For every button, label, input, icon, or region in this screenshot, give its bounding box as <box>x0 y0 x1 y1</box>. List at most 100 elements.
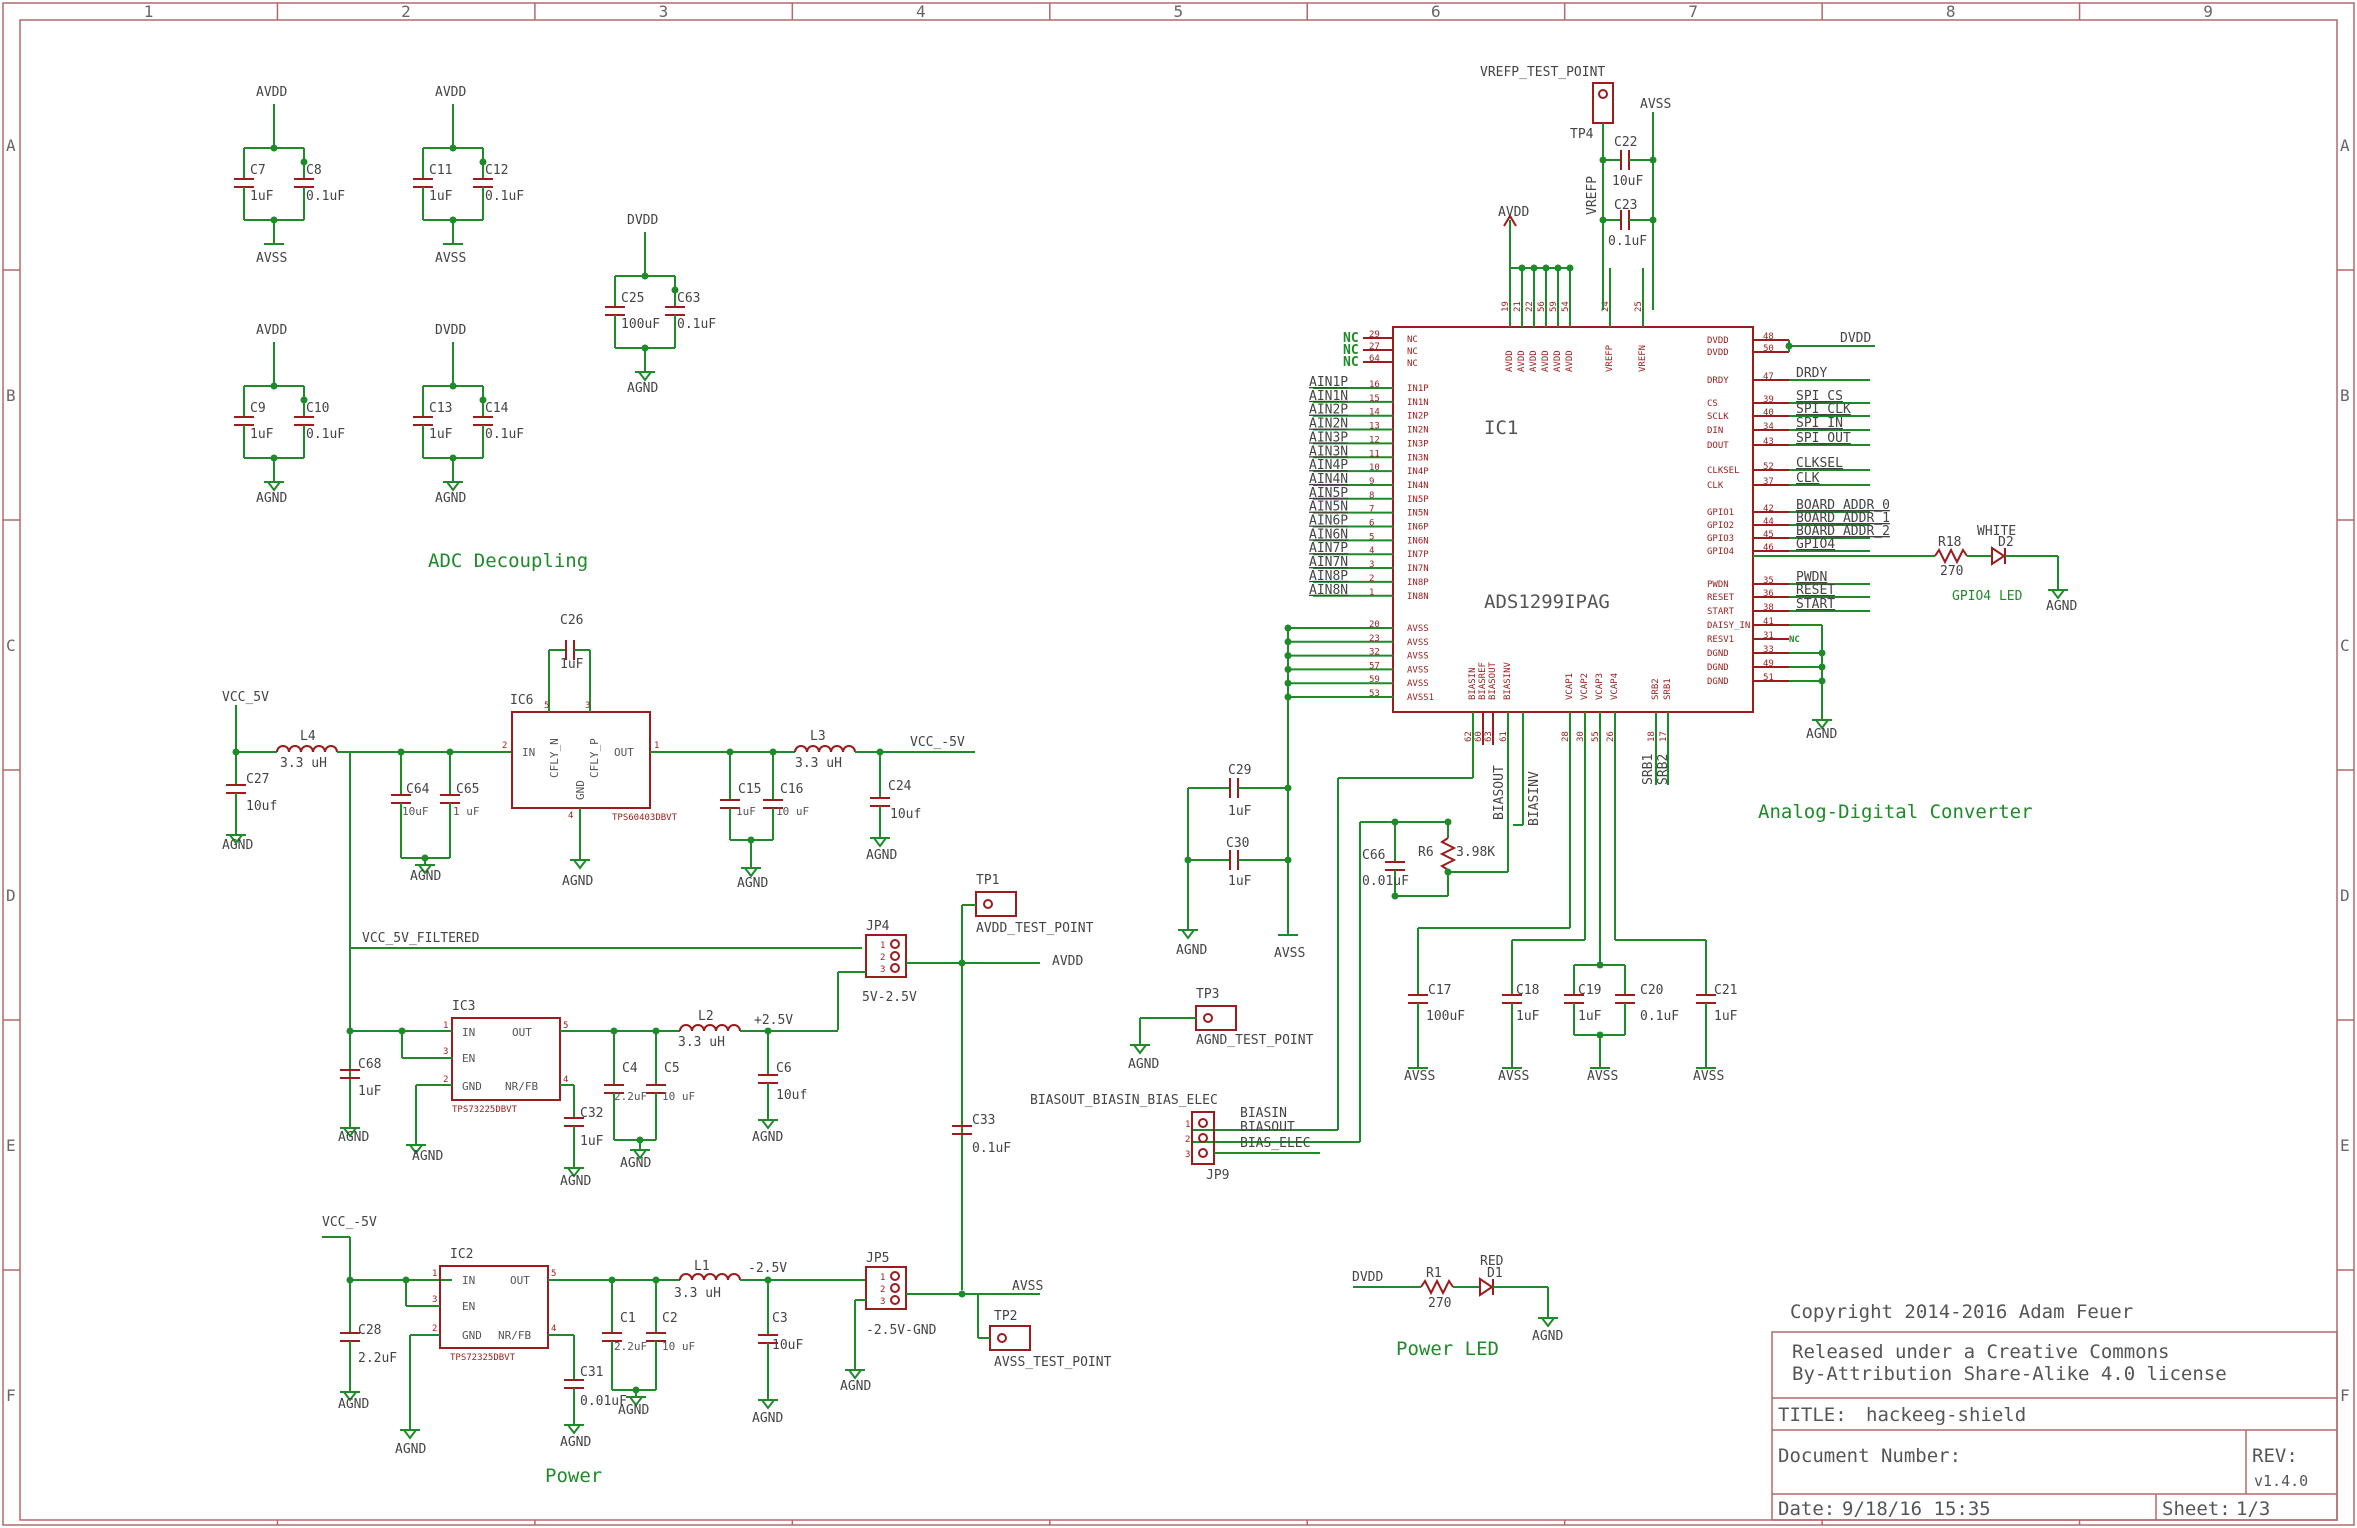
capacitor-value: 0.1uF <box>306 427 345 442</box>
document-number-label: Document Number: <box>1778 1445 1961 1467</box>
column-marker: 5 <box>1174 2 1184 21</box>
column-marker: 2 <box>401 2 411 21</box>
ground-symbol <box>267 481 281 492</box>
vcc5f-label: VCC_5V_FILTERED <box>362 931 480 946</box>
ic2-num-out: 5 <box>551 1269 556 1279</box>
ic-pin-number: 23 <box>1369 634 1380 644</box>
ic-pin-number: 25 <box>1634 301 1644 312</box>
ic2-num-in: 1 <box>432 1269 437 1279</box>
capacitor-value: 0.1uF <box>677 317 716 332</box>
ic-pin-number: 44 <box>1763 517 1774 527</box>
row-marker: E <box>6 1136 16 1155</box>
ic-pin-number: 1 <box>1369 588 1374 598</box>
ic2-pin-out: OUT <box>510 1274 530 1287</box>
c18-val: 1uF <box>1516 1009 1540 1024</box>
ic3-ref: IC3 <box>452 999 475 1014</box>
ic-pin-number: 63 <box>1484 731 1494 742</box>
ic-pin-name: IN3N <box>1407 453 1429 463</box>
junction-dot <box>1596 1031 1604 1039</box>
c24-gnd: AGND <box>866 848 897 863</box>
ic2-part: TPS72325DBVT <box>450 1353 516 1363</box>
jp5-num2: 2 <box>880 1285 885 1295</box>
junction-dot <box>449 216 457 224</box>
row-marker: B <box>6 386 16 405</box>
junction-dot <box>1530 264 1538 272</box>
ic-pin-name: NC <box>1407 347 1418 357</box>
ic-pin-number: 9 <box>1369 477 1374 487</box>
ic2-pin-gnd: GND <box>462 1329 482 1342</box>
ic-pin-name: AVSS <box>1407 665 1429 675</box>
c66-val: 0.01uF <box>1362 874 1409 889</box>
ic-pin-name: IN2N <box>1407 426 1429 436</box>
jp5-num1: 1 <box>880 1273 885 1283</box>
c68-ref: C68 <box>358 1057 381 1072</box>
sheet-value: 1/3 <box>2236 1498 2270 1520</box>
ic-pin-number: 32 <box>1369 648 1380 658</box>
ic-pin-number: 57 <box>1369 661 1380 671</box>
ic-pin-name: AVDD <box>1529 350 1539 372</box>
ic-pin-name: DOUT <box>1707 441 1729 451</box>
jp9-num2: 2 <box>1185 1135 1190 1145</box>
c4-ref: C4 <box>622 1061 638 1076</box>
ic6-part: TPS60403DBVT <box>612 813 678 823</box>
vccm5-label: VCC_-5V <box>910 735 965 750</box>
ic6-pin-in: IN <box>522 746 535 759</box>
ic-pin-name: GPIO1 <box>1707 508 1734 518</box>
ic-pin-name: IN3P <box>1407 439 1429 449</box>
ic-pin-name: SRB1 <box>1663 678 1673 700</box>
jp9-num1: 1 <box>1185 1120 1190 1130</box>
jp4-num1: 1 <box>880 941 885 951</box>
ic-pin-name: DRDY <box>1707 376 1729 386</box>
c27-val: 10uf <box>246 799 277 814</box>
c4-val: 2.2uF <box>614 1090 647 1103</box>
c24-ref: C24 <box>888 779 912 794</box>
jp9-num3: 3 <box>1185 1150 1190 1160</box>
ic3-pin-nrfb: NR/FB <box>505 1080 538 1093</box>
ic-pin-number: 29 <box>1369 330 1380 340</box>
c19-avss: AVSS <box>1587 1069 1618 1084</box>
ic-pin-number: 54 <box>1561 301 1571 312</box>
ic-pin-name: AVSS <box>1407 679 1429 689</box>
ic-pin-name: DAISY_IN <box>1707 621 1750 631</box>
input-net-label: AIN5P <box>1309 486 1348 501</box>
ic-pin-number: 51 <box>1763 673 1774 683</box>
capacitor-ref: C7 <box>250 163 266 178</box>
ic-pin-number: 59 <box>1549 301 1559 312</box>
ic-pin-name: DIN <box>1707 426 1723 436</box>
c2-ref: C2 <box>662 1311 678 1326</box>
c31-gnd: AGND <box>560 1435 591 1450</box>
nc-label: NC <box>1343 355 1359 370</box>
decoupling-pair: AVDD AGND C9 1uF C10 0.1uF <box>234 323 345 506</box>
capacitor-value: 100uF <box>621 317 660 332</box>
ic-pin-number: 60 <box>1474 731 1484 742</box>
c32-val: 1uF <box>580 1134 604 1149</box>
c29-gnd: AGND <box>1176 943 1207 958</box>
column-marker: 1 <box>144 2 154 21</box>
ic-pin-number: 47 <box>1763 372 1774 382</box>
ic-pin-name: DGND <box>1707 663 1729 673</box>
ic-pin-name: RESV1 <box>1707 635 1734 645</box>
biasinv-net: BIASINV <box>1527 771 1542 826</box>
row-marker: A <box>6 136 16 155</box>
input-net-label: AIN1N <box>1309 389 1348 404</box>
jp9-pin3: BIAS_ELEC <box>1240 1136 1310 1151</box>
ic-pin-number: 15 <box>1369 394 1380 404</box>
input-net-label: AIN2N <box>1309 417 1348 432</box>
input-net-label: AIN7P <box>1309 541 1348 556</box>
capacitor-value: 1uF <box>429 427 453 442</box>
decoupling-ground-label: AVSS <box>435 251 466 266</box>
input-net-label: AIN1P <box>1309 375 1348 390</box>
power-led-title: Power LED <box>1396 1338 1499 1360</box>
ic3-pin-out: OUT <box>512 1026 532 1039</box>
vccm5b-label: VCC_-5V <box>322 1215 377 1230</box>
ic-pin-name: VCAP3 <box>1595 673 1605 700</box>
row-marker: A <box>2340 136 2350 155</box>
jp9-title: BIASOUT_BIASIN_BIAS_ELEC <box>1030 1093 1218 1108</box>
ic-pin-name: IN7N <box>1407 564 1429 574</box>
column-marker: 9 <box>2203 2 2213 21</box>
capacitor-ref: C9 <box>250 401 266 416</box>
jp9-bias-header: BIASOUT_BIASIN_BIAS_ELEC JP9 BIASIN BIAS… <box>1030 1093 1320 1183</box>
ic-pin-number: 27 <box>1369 342 1380 352</box>
junction-dot <box>1818 677 1826 685</box>
ic-pin-name: CS <box>1707 399 1718 409</box>
